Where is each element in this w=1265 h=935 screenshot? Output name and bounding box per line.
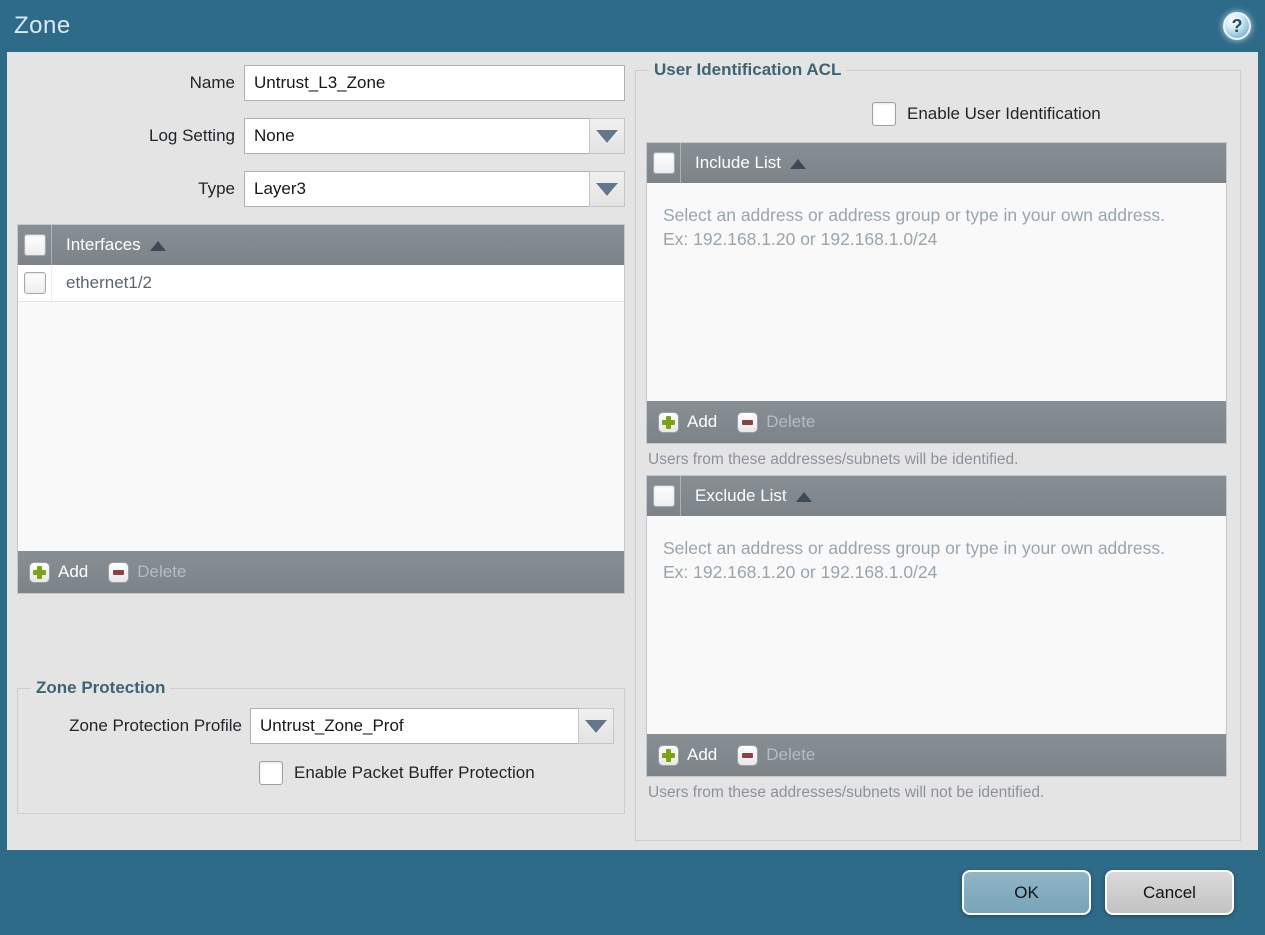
exclude-list-footer: Add Delete bbox=[647, 734, 1226, 776]
help-icon[interactable]: ? bbox=[1223, 12, 1251, 40]
select-all-checkbox[interactable] bbox=[652, 485, 675, 507]
delete-button[interactable]: Delete bbox=[737, 744, 816, 766]
sort-ascending-icon bbox=[790, 159, 806, 169]
log-setting-input[interactable] bbox=[244, 118, 590, 154]
delete-icon bbox=[737, 744, 759, 766]
include-list-column-header[interactable]: Include List bbox=[681, 153, 806, 173]
chevron-down-icon bbox=[596, 129, 618, 143]
add-button[interactable]: Add bbox=[658, 744, 718, 766]
add-button[interactable]: Add bbox=[29, 561, 89, 583]
exclude-list-column-header[interactable]: Exclude List bbox=[681, 486, 812, 506]
interfaces-table-header: Interfaces bbox=[18, 225, 624, 265]
add-button[interactable]: Add bbox=[658, 411, 718, 433]
ok-button[interactable]: OK bbox=[962, 870, 1091, 915]
select-all-cell bbox=[647, 143, 681, 183]
exclude-list-header: Exclude List bbox=[647, 476, 1226, 516]
zone-protection-profile-dropdown-button[interactable] bbox=[578, 708, 614, 744]
add-icon bbox=[658, 744, 679, 766]
type-input[interactable] bbox=[244, 171, 590, 207]
add-icon bbox=[658, 411, 679, 433]
delete-label: Delete bbox=[766, 412, 816, 431]
include-list-placeholder: Select an address or address group or ty… bbox=[663, 205, 1165, 250]
table-row[interactable]: ethernet1/2 bbox=[18, 265, 624, 302]
zone-protection-section: Zone Protection Zone Protection Profile … bbox=[17, 678, 625, 814]
zone-protection-profile-combobox bbox=[250, 708, 614, 744]
sort-ascending-icon bbox=[795, 492, 812, 502]
add-icon bbox=[29, 561, 50, 583]
dialog-footer: OK Cancel bbox=[0, 850, 1265, 935]
packet-buffer-label: Enable Packet Buffer Protection bbox=[294, 763, 535, 782]
zone-dialog-window: Zone ? Name Log Setting Type bbox=[0, 0, 1265, 935]
enable-user-identification-row: Enable User Identification bbox=[646, 102, 1230, 126]
log-setting-dropdown-button[interactable] bbox=[589, 118, 625, 154]
type-dropdown-button[interactable] bbox=[589, 171, 625, 207]
select-all-checkbox[interactable] bbox=[23, 234, 46, 256]
interface-name: ethernet1/2 bbox=[66, 273, 153, 292]
interfaces-table-body: ethernet1/2 bbox=[18, 265, 624, 551]
zone-protection-legend: Zone Protection bbox=[36, 678, 166, 697]
exclude-list-placeholder: Select an address or address group or ty… bbox=[663, 538, 1165, 583]
exclude-list-table: Exclude List Select an address or addres… bbox=[646, 475, 1227, 777]
include-list-table: Include List Select an address or addres… bbox=[646, 142, 1227, 444]
log-setting-label: Log Setting bbox=[148, 126, 235, 145]
interfaces-table-footer: Add Delete bbox=[18, 551, 624, 593]
add-label: Add bbox=[58, 562, 89, 581]
exclude-list-column-label: Exclude List bbox=[695, 486, 787, 505]
enable-user-identification-label: Enable User Identification bbox=[907, 104, 1101, 123]
chevron-down-icon bbox=[596, 182, 618, 196]
dialog-title: Zone bbox=[14, 12, 71, 39]
delete-icon bbox=[737, 411, 759, 433]
interfaces-column-header[interactable]: Interfaces bbox=[52, 235, 166, 255]
row-checkbox-cell bbox=[18, 265, 52, 301]
cancel-button[interactable]: Cancel bbox=[1105, 870, 1234, 915]
delete-icon bbox=[108, 561, 130, 583]
titlebar: Zone ? bbox=[0, 0, 1265, 52]
delete-button[interactable]: Delete bbox=[737, 411, 816, 433]
name-row: Name bbox=[17, 65, 625, 101]
zone-protection-profile-input[interactable] bbox=[250, 708, 579, 744]
zone-protection-profile-row: Zone Protection Profile bbox=[28, 708, 614, 744]
delete-button[interactable]: Delete bbox=[108, 561, 187, 583]
left-column: Name Log Setting Type bbox=[17, 65, 625, 814]
chevron-down-icon bbox=[585, 719, 607, 733]
add-label: Add bbox=[687, 745, 718, 764]
name-label: Name bbox=[189, 73, 235, 92]
zone-protection-profile-label: Zone Protection Profile bbox=[69, 716, 242, 735]
include-list-column-label: Include List bbox=[695, 153, 781, 172]
sort-ascending-icon bbox=[149, 241, 166, 251]
include-list-body: Select an address or address group or ty… bbox=[647, 183, 1226, 401]
type-label: Type bbox=[198, 179, 235, 198]
name-input[interactable] bbox=[244, 65, 625, 101]
add-label: Add bbox=[687, 412, 718, 431]
log-setting-row: Log Setting bbox=[17, 118, 625, 154]
select-all-checkbox[interactable] bbox=[652, 152, 675, 174]
include-list-header: Include List bbox=[647, 143, 1226, 183]
interfaces-table: Interfaces ethernet1/2 Add Delete bbox=[17, 224, 625, 594]
delete-label: Delete bbox=[766, 745, 816, 764]
user-identification-section: User Identification ACL Enable User Iden… bbox=[635, 60, 1241, 841]
include-list-footer: Add Delete bbox=[647, 401, 1226, 443]
exclude-list-caption: Users from these addresses/subnets will … bbox=[648, 784, 1045, 801]
dialog-body: Name Log Setting Type bbox=[7, 52, 1258, 850]
packet-buffer-checkbox[interactable] bbox=[259, 761, 283, 785]
delete-label: Delete bbox=[137, 562, 187, 581]
log-setting-combobox bbox=[244, 118, 625, 154]
select-all-cell bbox=[18, 225, 52, 265]
exclude-list-body: Select an address or address group or ty… bbox=[647, 516, 1226, 734]
enable-user-identification-checkbox[interactable] bbox=[872, 102, 896, 126]
interfaces-column-label: Interfaces bbox=[66, 235, 141, 254]
select-all-cell bbox=[647, 476, 681, 516]
row-checkbox[interactable] bbox=[23, 272, 46, 294]
type-row: Type bbox=[17, 171, 625, 207]
packet-buffer-row: Enable Packet Buffer Protection bbox=[28, 761, 614, 785]
include-list-caption: Users from these addresses/subnets will … bbox=[648, 451, 1019, 468]
user-identification-legend: User Identification ACL bbox=[654, 60, 842, 79]
type-combobox bbox=[244, 171, 625, 207]
